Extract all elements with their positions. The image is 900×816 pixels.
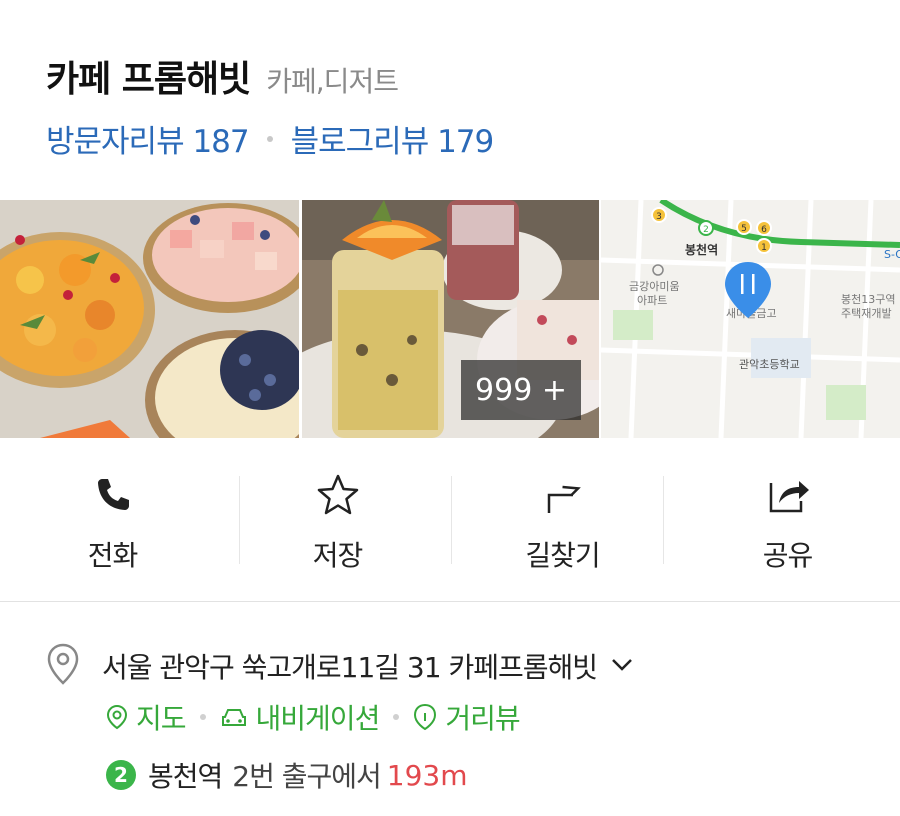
map-pin-icon (106, 704, 128, 730)
place-info: 서울 관악구 쑥고개로11길 31 카페프롬해빗 지도 내비게이션 거리뷰 2 … (0, 603, 900, 816)
map-links-row: 지도 내비게이션 거리뷰 (106, 697, 521, 737)
action-divider (663, 476, 664, 564)
directions-button[interactable]: 길찾기 (450, 438, 675, 602)
photo-strip: 999 + 3 2 5 6 1 봉천역 S-O 금강아미움 아파트 봉천13구역… (0, 200, 900, 438)
save-label: 저장 (312, 539, 364, 572)
phone-icon (88, 470, 138, 520)
chevron-down-icon[interactable] (611, 657, 633, 676)
map-apt-label-1: 금강아미움 (629, 280, 680, 293)
action-bar: 전화 저장 길찾기 공유 (0, 438, 900, 602)
map-link[interactable]: 지도 (106, 697, 187, 737)
subway-station: 봉천역 (148, 760, 223, 793)
more-photos-badge[interactable]: 999 + (461, 360, 581, 420)
review-row: 방문자리뷰 187 블로그리뷰 179 (46, 116, 495, 161)
map-station-label: 봉천역 (685, 242, 718, 257)
map-school-label: 관악초등학교 (739, 358, 800, 371)
map-apt-label-2: 아파트 (637, 294, 667, 307)
subway-line-badge: 2 (106, 760, 136, 790)
navigation-link[interactable]: 내비게이션 (220, 697, 380, 737)
share-icon (763, 470, 813, 520)
location-pin-icon (46, 643, 80, 689)
dessert-tarts-photo[interactable] (0, 200, 299, 438)
separator-dot (199, 714, 206, 720)
map-thumbnail[interactable]: 3 2 5 6 1 봉천역 S-OI 금강아미움 아파트 봉천13구역 주택재개… (601, 200, 900, 438)
street-view-icon (414, 703, 437, 731)
car-icon (221, 709, 246, 726)
call-button[interactable]: 전화 (0, 438, 225, 602)
subway-row: 2 봉천역 2번 출구에서 193m (106, 755, 468, 795)
directions-icon (538, 470, 588, 520)
map-exit-label: 5 (741, 224, 747, 234)
map-link-label: 지도 (136, 702, 187, 735)
address-row[interactable]: 서울 관악구 쑥고개로11길 31 카페프롬해빗 (46, 643, 633, 689)
separator-dot (266, 135, 273, 142)
map-edge-label: S-OI (884, 248, 900, 261)
map-exit-label: 2 (703, 225, 709, 235)
share-button[interactable]: 공유 (675, 438, 900, 602)
street-view-link-label: 거리뷰 (445, 702, 520, 735)
share-label: 공유 (762, 539, 814, 572)
save-button[interactable]: 저장 (225, 438, 450, 602)
address-text: 서울 관악구 쑥고개로11길 31 카페프롬해빗 (102, 651, 598, 684)
star-icon (313, 470, 363, 520)
map-exit-label: 3 (656, 212, 662, 222)
place-category: 카페,디저트 (266, 65, 399, 98)
place-card: 카페 프롬해빗 카페,디저트 방문자리뷰 187 블로그리뷰 179 999 +… (0, 0, 900, 602)
subway-distance: 193m (386, 758, 468, 792)
title-row: 카페 프롬해빗 카페,디저트 (46, 50, 399, 102)
street-view-link[interactable]: 거리뷰 (413, 697, 521, 737)
place-name: 카페 프롬해빗 (46, 59, 251, 100)
navigation-link-label: 내비게이션 (255, 702, 381, 735)
visitor-review-link[interactable]: 방문자리뷰 187 (46, 116, 250, 161)
directions-label: 길찾기 (525, 539, 600, 572)
call-label: 전화 (87, 539, 139, 572)
separator-dot (393, 714, 400, 720)
drinks-photo[interactable]: 999 + (302, 200, 599, 438)
map-redev-label-2: 주택재개발 (841, 307, 892, 320)
blog-review-link[interactable]: 블로그리뷰 179 (291, 116, 495, 161)
map-redev-label-1: 봉천13구역 (841, 292, 895, 306)
subway-exit-text: 2번 출구에서 (232, 760, 382, 793)
map-exit-label: 1 (761, 243, 767, 253)
map-exit-label: 6 (761, 225, 767, 235)
